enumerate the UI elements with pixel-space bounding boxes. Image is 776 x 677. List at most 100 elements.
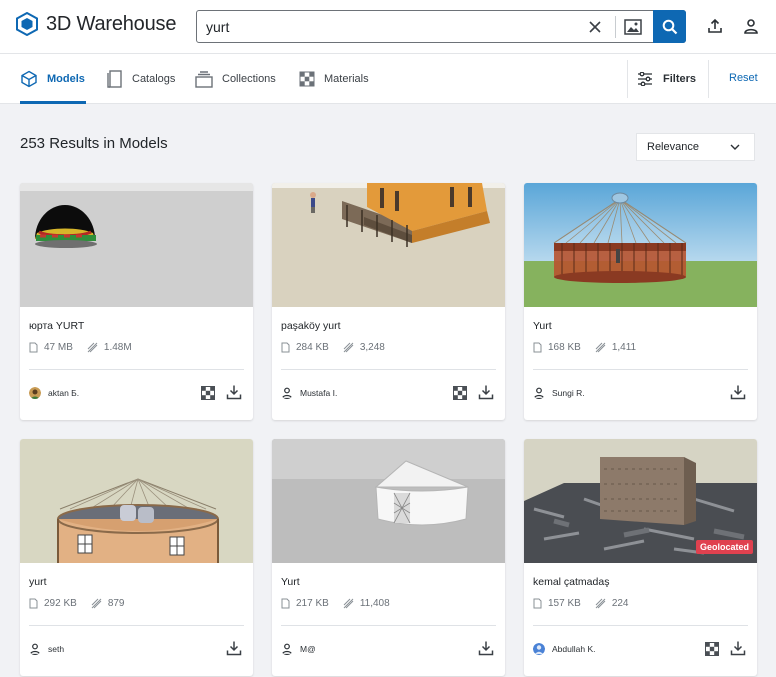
model-card[interactable]: юрта YURT 47 MB 1.48M aktan Б. [20,183,253,420]
file-icon [29,598,38,609]
file-icon [533,598,542,609]
card-divider [533,369,748,370]
user-icon [29,643,41,655]
model-card[interactable]: Yurt 168 KB 1,411 Sungi R. [524,183,757,420]
model-card[interactable]: paşaköy yurt 284 KB 3,248 Mustafa I. [272,183,505,420]
model-card[interactable]: Geolocated kemal çatmadaş 157 KB 224 Abd… [524,439,757,676]
views-icon [595,342,606,353]
tab-materials[interactable]: Materials [299,54,369,104]
file-size: 47 MB [44,342,73,353]
user-icon [533,387,545,399]
search-divider [615,16,616,38]
image-search-button[interactable] [622,16,644,38]
file-size: 217 KB [296,598,329,609]
upload-button[interactable] [705,16,725,36]
user-icon [281,643,293,655]
author-name: Mustafa I. [300,388,338,398]
search-icon [662,19,677,34]
avatar [533,643,545,655]
author-link[interactable]: Mustafa I. [281,387,337,399]
download-button[interactable] [225,639,243,657]
model-title[interactable]: Yurt [533,320,552,332]
download-icon [478,641,494,656]
reset-button[interactable]: Reset [729,72,758,84]
tab-label: Materials [324,73,369,85]
model-thumbnail[interactable] [20,183,253,307]
download-icon [730,385,746,400]
views-icon [595,598,606,609]
model-thumbnail[interactable] [272,439,505,563]
download-button[interactable] [729,383,747,401]
card-divider [281,369,496,370]
results-heading: 253 Results in Models [20,135,168,152]
avatar [281,387,293,399]
views-icon [343,342,354,353]
file-icon [281,342,290,353]
model-card[interactable]: Yurt 217 KB 11,408 M@ [272,439,505,676]
model-card[interactable]: yurt 292 KB 879 seth [20,439,253,676]
avatar [29,643,41,655]
model-title[interactable]: yurt [29,576,47,588]
geolocated-badge: Geolocated [695,540,753,554]
tab-label: Models [47,73,85,85]
avatar [533,387,545,399]
model-title[interactable]: Yurt [281,576,300,588]
author-link[interactable]: Abdullah K. [533,643,595,655]
model-stats: 157 KB 224 [533,598,643,609]
model-thumbnail[interactable] [20,439,253,563]
toolbar-divider [627,60,628,98]
model-stats: 47 MB 1.48M [29,342,146,353]
author-link[interactable]: M@ [281,643,316,655]
materials-icon [201,386,215,400]
search-input[interactable] [206,17,566,37]
view-count: 1,411 [611,342,637,353]
filters-button[interactable]: Filters [637,54,696,104]
avatar-image [29,387,41,399]
model-title[interactable]: юрта YURT [29,320,84,332]
tab-catalogs[interactable]: Catalogs [107,54,175,104]
file-icon [29,342,38,353]
avatar [29,387,41,399]
model-stats: 168 KB 1,411 [533,342,650,353]
author-name: aktan Б. [48,388,80,398]
image-icon [624,19,642,35]
model-thumbnail[interactable] [524,183,757,307]
model-title[interactable]: kemal çatmadaş [533,576,609,588]
author-name: Sungi R. [552,388,585,398]
download-button[interactable] [477,639,495,657]
toolbar-divider [708,60,709,98]
model-title[interactable]: paşaköy yurt [281,320,341,332]
card-divider [29,369,244,370]
author-link[interactable]: Sungi R. [533,387,585,399]
download-button[interactable] [729,639,747,657]
clear-search-button[interactable] [585,17,605,37]
model-preview-image [524,183,757,307]
author-name: Abdullah K. [552,644,596,654]
upload-icon [708,18,722,33]
model-stats: 292 KB 879 [29,598,139,609]
sort-dropdown[interactable]: Relevance [636,133,755,161]
account-button[interactable] [741,16,761,36]
materials-icon [705,642,719,656]
user-icon [744,19,758,34]
download-icon [226,641,242,656]
author-link[interactable]: aktan Б. [29,387,79,399]
cube-icon [21,70,37,88]
model-thumbnail[interactable] [272,183,505,307]
download-icon [478,385,494,400]
download-button[interactable] [225,383,243,401]
download-button[interactable] [477,383,495,401]
tab-collections[interactable]: Collections [195,54,276,104]
tab-label: Catalogs [132,73,176,85]
model-stats: 284 KB 3,248 [281,342,399,353]
tab-models[interactable]: Models [20,54,86,104]
author-link[interactable]: seth [29,643,64,655]
search-bar [196,10,686,43]
download-icon [226,385,242,400]
app-logo[interactable]: 3D Warehouse [16,12,176,36]
model-stats: 217 KB 11,408 [281,598,404,609]
close-icon [589,21,601,33]
top-header: 3D Warehouse [0,0,776,54]
search-button[interactable] [653,10,686,43]
views-icon [87,342,98,353]
